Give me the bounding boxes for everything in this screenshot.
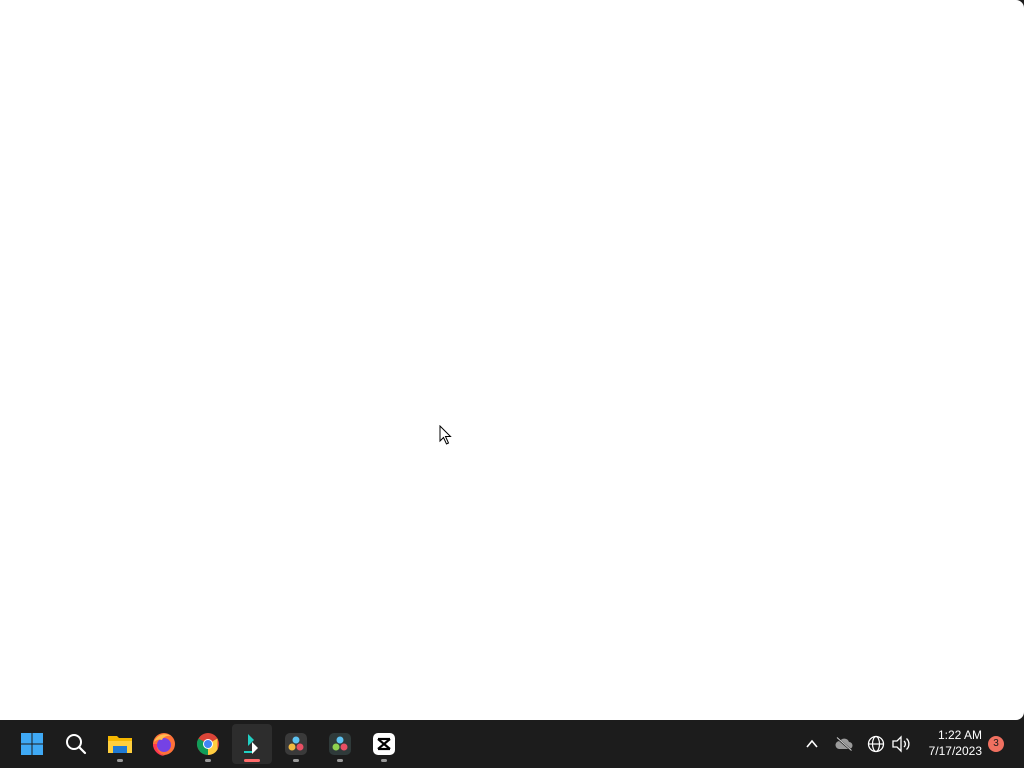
davinci-resolve-icon	[329, 733, 351, 755]
taskbar-app-chrome[interactable]	[188, 724, 228, 764]
taskbar-app-file-explorer[interactable]	[100, 724, 140, 764]
taskbar-app-filmora[interactable]	[232, 724, 272, 764]
onedrive-tray-button[interactable]	[832, 732, 856, 756]
search-icon	[66, 734, 87, 755]
mouse-pointer-icon	[439, 425, 452, 445]
running-indicator	[381, 759, 387, 762]
davinci-resolve-icon	[285, 733, 307, 755]
show-hidden-icons-button[interactable]	[800, 732, 824, 756]
app-window[interactable]	[0, 0, 1024, 720]
cloud-offline-icon	[835, 737, 853, 752]
taskbar: 1:22 AM 7/17/2023	[0, 720, 1024, 768]
windows-logo-icon	[21, 733, 43, 755]
chrome-icon	[197, 733, 219, 755]
running-indicator	[117, 759, 123, 762]
running-indicator	[244, 759, 260, 762]
search-button[interactable]	[56, 724, 96, 764]
start-button[interactable]	[12, 724, 52, 764]
chevron-up-icon	[806, 739, 818, 748]
firefox-icon	[153, 733, 175, 756]
clock-date: 7/17/2023	[928, 744, 982, 758]
globe-icon	[867, 735, 885, 753]
clock-button[interactable]: 1:22 AM 7/17/2023	[929, 727, 982, 759]
capcut-icon	[373, 733, 395, 755]
folder-icon	[108, 736, 132, 753]
running-indicator	[293, 759, 299, 762]
running-indicator	[205, 759, 211, 762]
filmora-icon	[244, 734, 258, 754]
taskbar-app-davinci-resolve-2[interactable]	[320, 724, 360, 764]
clock-time: 1:22 AM	[937, 728, 982, 742]
notification-count-badge[interactable]: 3	[988, 736, 1004, 752]
taskbar-app-firefox[interactable]	[144, 724, 184, 764]
taskbar-app-davinci-resolve[interactable]	[276, 724, 316, 764]
speaker-icon	[892, 735, 910, 753]
running-indicator	[337, 759, 343, 762]
taskbar-app-capcut[interactable]	[364, 724, 404, 764]
network-tray-button[interactable]	[864, 732, 888, 756]
volume-tray-button[interactable]	[889, 732, 913, 756]
